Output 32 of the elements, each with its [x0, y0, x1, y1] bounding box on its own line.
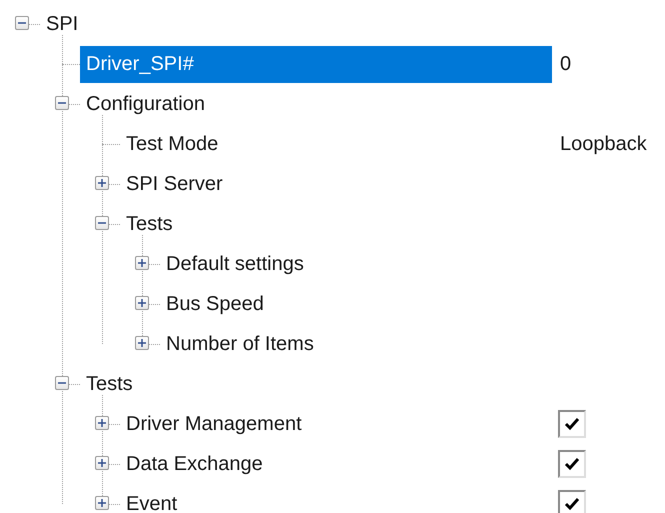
property-value: Loopback	[560, 132, 647, 156]
collapse-icon[interactable]	[55, 376, 69, 390]
tree-item[interactable]: Event	[120, 486, 552, 513]
collapse-icon[interactable]	[15, 16, 29, 30]
tree-item[interactable]: Default settings	[160, 246, 552, 282]
expand-icon[interactable]	[135, 296, 149, 310]
tree-item[interactable]: Number of Items	[160, 326, 552, 362]
checkbox[interactable]	[558, 450, 586, 478]
tree-item[interactable]: Configuration	[80, 86, 552, 122]
tree-item[interactable]: Tests	[120, 206, 552, 242]
tree-item[interactable]: Driver Management	[120, 406, 552, 442]
tree-item[interactable]: SPI	[40, 6, 552, 42]
checkbox[interactable]	[558, 490, 586, 513]
checkbox[interactable]	[558, 410, 586, 438]
checkmark-icon	[564, 417, 580, 431]
expand-icon[interactable]	[95, 456, 109, 470]
tree-item[interactable]: Bus Speed	[160, 286, 552, 322]
tree-item[interactable]: SPI Server	[120, 166, 552, 202]
checkmark-icon	[564, 497, 580, 511]
collapse-icon[interactable]	[55, 96, 69, 110]
expand-icon[interactable]	[135, 256, 149, 270]
tree-item[interactable]: Data Exchange	[120, 446, 552, 482]
tree-item[interactable]: Tests	[80, 366, 552, 402]
tree-item[interactable]: Driver_SPI#	[80, 46, 552, 82]
checkmark-icon	[564, 457, 580, 471]
expand-icon[interactable]	[95, 496, 109, 510]
collapse-icon[interactable]	[95, 216, 109, 230]
expand-icon[interactable]	[95, 416, 109, 430]
expand-icon[interactable]	[95, 176, 109, 190]
expand-icon[interactable]	[135, 336, 149, 350]
property-value: 0	[560, 52, 572, 76]
tree-item[interactable]: Test Mode	[120, 126, 552, 162]
